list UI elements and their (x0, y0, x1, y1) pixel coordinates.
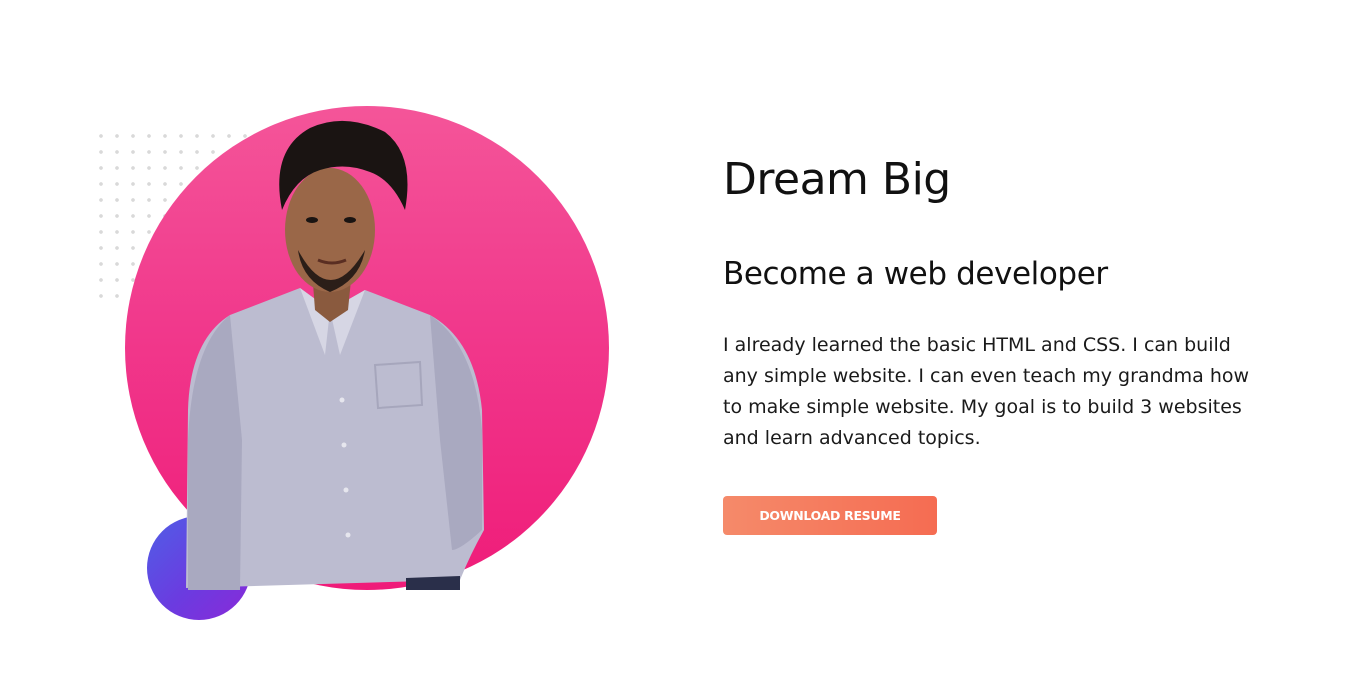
download-resume-button[interactable]: DOWNLOAD RESUME (723, 496, 937, 535)
hero-section: Dream Big Become a web developer I alrea… (0, 0, 1345, 691)
hero-description: I already learned the basic HTML and CSS… (723, 334, 1250, 449)
portrait-photo (186, 120, 484, 590)
hero-content: Dream Big Become a web developer I alrea… (723, 150, 1283, 535)
page-title: Dream Big (723, 154, 951, 205)
page-subtitle: Become a web developer (723, 256, 1108, 292)
